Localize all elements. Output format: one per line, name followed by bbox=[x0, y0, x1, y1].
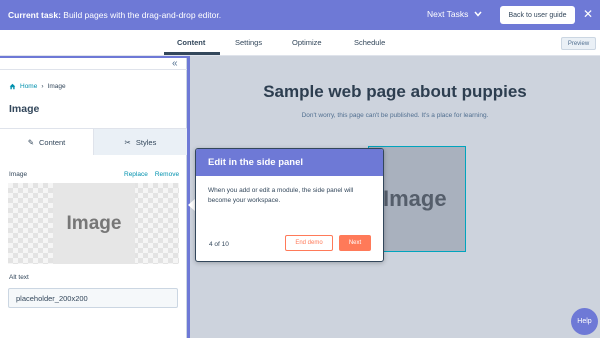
image-field-label: Image bbox=[9, 171, 28, 178]
image-actions: Replace Remove bbox=[124, 171, 179, 178]
home-icon bbox=[9, 83, 16, 90]
end-demo-button[interactable]: End demo bbox=[285, 235, 333, 251]
tour-body: When you add or edit a module, the side … bbox=[208, 187, 354, 204]
alt-text-input[interactable]: placeholder_200x200 bbox=[8, 288, 178, 308]
tab-schedule[interactable]: Schedule bbox=[354, 38, 385, 47]
task-bar: Current task: Build pages with the drag-… bbox=[0, 0, 600, 30]
replace-link[interactable]: Replace bbox=[124, 171, 148, 178]
page-heading: Sample web page about puppies bbox=[263, 82, 527, 101]
next-tasks-dropdown[interactable]: Next Tasks bbox=[427, 9, 482, 19]
tab-content[interactable]: Content bbox=[177, 38, 205, 47]
current-task: Current task: Build pages with the drag-… bbox=[0, 10, 221, 20]
collapse-icon[interactable]: « bbox=[172, 59, 178, 69]
task-prefix: Current task: bbox=[8, 10, 61, 20]
pencil-icon: ✎ bbox=[27, 137, 34, 147]
breadcrumb: Home › Image bbox=[9, 83, 66, 90]
panel-tab-styles-label: Styles bbox=[135, 137, 157, 147]
close-icon[interactable]: ✕ bbox=[583, 8, 593, 20]
remove-link[interactable]: Remove bbox=[155, 171, 179, 178]
tour-heading: Edit in the side panel bbox=[196, 149, 383, 176]
breadcrumb-separator: › bbox=[41, 83, 44, 90]
panel-highlight-top bbox=[0, 56, 190, 58]
panel-tab-content[interactable]: ✎ Content bbox=[0, 129, 93, 155]
divider bbox=[0, 69, 187, 70]
breadcrumb-home-link[interactable]: Home bbox=[20, 83, 37, 90]
tab-optimize[interactable]: Optimize bbox=[292, 38, 322, 47]
back-to-guide-button[interactable]: Back to user guide bbox=[500, 6, 575, 24]
breadcrumb-current: Image bbox=[47, 83, 66, 90]
next-button[interactable]: Next bbox=[339, 235, 371, 251]
next-tasks-label: Next Tasks bbox=[427, 9, 469, 19]
alt-text-label: Alt text bbox=[9, 274, 29, 281]
panel-title: Image bbox=[9, 103, 40, 115]
panel-tab-styles[interactable]: ✂ Styles bbox=[93, 129, 187, 155]
tour-popover: Edit in the side panel When you add or e… bbox=[195, 148, 384, 262]
task-text: Build pages with the drag-and-drop edito… bbox=[63, 10, 222, 20]
panel-highlight-right bbox=[187, 56, 190, 338]
page-subheading: Don't worry, this page can't be publishe… bbox=[301, 112, 489, 119]
chevron-down-icon bbox=[474, 11, 482, 17]
popover-pointer bbox=[188, 199, 195, 211]
tab-settings[interactable]: Settings bbox=[235, 38, 262, 47]
panel-tabs: ✎ Content ✂ Styles bbox=[0, 128, 187, 155]
preview-button[interactable]: Preview bbox=[561, 37, 596, 50]
tour-step-count: 4 of 10 bbox=[209, 241, 229, 248]
image-thumbnail[interactable]: Image bbox=[8, 183, 179, 264]
active-tab-indicator bbox=[164, 52, 220, 55]
image-thumbnail-text: Image bbox=[53, 183, 135, 264]
tools-icon: ✂ bbox=[124, 137, 131, 147]
editor-tabs: Content Settings Optimize Schedule bbox=[0, 30, 600, 56]
help-button[interactable]: Help bbox=[571, 308, 598, 335]
panel-tab-content-label: Content bbox=[39, 137, 66, 147]
